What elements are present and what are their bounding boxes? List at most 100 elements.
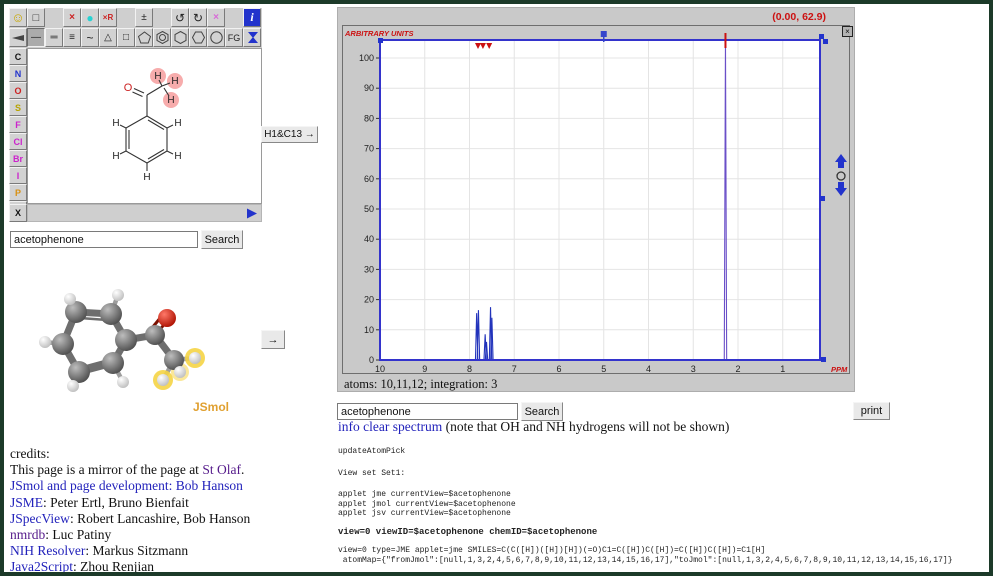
svg-text:8: 8 bbox=[467, 364, 472, 373]
selection-rect-icon[interactable]: □ bbox=[27, 8, 45, 27]
jsmol-logo[interactable]: JSmol bbox=[193, 400, 229, 414]
info-link[interactable]: info bbox=[338, 419, 360, 434]
jsme-canvas[interactable]: O H H H H H H H H bbox=[27, 48, 262, 204]
console-line: applet jsv currentView=$acetophenone bbox=[338, 509, 988, 519]
svg-text:10: 10 bbox=[364, 325, 374, 335]
nmrdb-link[interactable]: nmrdb bbox=[10, 527, 45, 542]
element-button-f[interactable]: F bbox=[9, 116, 27, 133]
jspecview-link[interactable]: JSpecView bbox=[10, 511, 70, 526]
integration-status: atoms: 10,11,12; integration: 3 bbox=[344, 377, 497, 392]
hexagon-ring-icon[interactable] bbox=[189, 28, 207, 47]
submit-triangles-icon[interactable] bbox=[243, 28, 261, 47]
jsme-smiles-bar[interactable] bbox=[27, 204, 262, 222]
svg-text:80: 80 bbox=[364, 113, 374, 123]
hexagon-ring-icon[interactable] bbox=[171, 28, 189, 47]
svg-text:40: 40 bbox=[364, 234, 374, 244]
triangle-ring-icon[interactable]: △ bbox=[99, 28, 117, 47]
jsme-editor: ☺ □ × ● ×R ± ↺ ↻ × i — ═ ≡ ~ △ □ bbox=[9, 8, 262, 222]
credits-heading: credits: bbox=[10, 446, 330, 462]
search-input-right[interactable] bbox=[337, 403, 518, 420]
console-view-line: view=0 viewID=$acetophenone chemID=$acet… bbox=[338, 528, 988, 538]
toolbar-spacer bbox=[117, 8, 135, 27]
zoom-down-icon[interactable] bbox=[835, 182, 847, 196]
svg-text:3: 3 bbox=[691, 364, 696, 373]
resize-handle[interactable] bbox=[378, 38, 383, 43]
st-olaf-link[interactable]: St Olaf bbox=[202, 462, 241, 477]
redo-icon[interactable]: ↻ bbox=[189, 8, 207, 27]
oxygen-label: O bbox=[124, 82, 133, 94]
svg-text:70: 70 bbox=[364, 144, 374, 154]
toolbar-spacer bbox=[153, 8, 171, 27]
element-button-br[interactable]: Br bbox=[9, 150, 27, 167]
credit-line: Java2Script: Zhou Renjian bbox=[10, 559, 330, 575]
benzene-ring-icon[interactable] bbox=[153, 28, 171, 47]
resize-handle[interactable] bbox=[819, 34, 824, 39]
resize-handle[interactable] bbox=[821, 357, 826, 362]
element-button-s[interactable]: S bbox=[9, 99, 27, 116]
pentagon-ring-icon[interactable] bbox=[135, 28, 153, 47]
element-button-c[interactable]: C bbox=[9, 48, 27, 65]
h-label: H bbox=[174, 118, 181, 129]
charge-icon[interactable]: ± bbox=[135, 8, 153, 27]
jsmol-viewer[interactable] bbox=[25, 262, 245, 407]
svg-text:7: 7 bbox=[512, 364, 517, 373]
svg-text:2: 2 bbox=[735, 364, 740, 373]
nmr-spectrum-plot[interactable]: 010203040506070809010010987654321ARBITRA… bbox=[343, 26, 849, 373]
element-button-o[interactable]: O bbox=[9, 82, 27, 99]
resize-handle[interactable] bbox=[820, 196, 825, 201]
toolbar-spacer bbox=[225, 8, 243, 27]
highlight-dot-icon[interactable]: ● bbox=[81, 8, 99, 27]
print-button[interactable]: print bbox=[853, 402, 890, 420]
app-window: ☺ □ × ● ×R ± ↺ ↻ × i — ═ ≡ ~ △ □ bbox=[0, 0, 993, 576]
delete-group-icon[interactable]: ×R bbox=[99, 8, 117, 27]
hexagon-ring-icon[interactable] bbox=[207, 28, 225, 47]
svg-text:5: 5 bbox=[601, 364, 606, 373]
element-button-i[interactable]: I bbox=[9, 167, 27, 184]
svg-text:0: 0 bbox=[369, 355, 374, 365]
single-bond-icon[interactable]: — bbox=[27, 28, 45, 47]
clear-spectrum-link[interactable]: clear spectrum bbox=[363, 419, 442, 434]
h1c13-button[interactable]: H1&C13 → bbox=[261, 126, 318, 143]
bob-hanson-link[interactable]: JSmol and page development: Bob Hanson bbox=[10, 478, 243, 493]
play-icon[interactable] bbox=[246, 208, 258, 219]
resize-handle[interactable] bbox=[823, 39, 828, 44]
info-icon[interactable]: i bbox=[243, 8, 261, 27]
square-ring-icon[interactable]: □ bbox=[117, 28, 135, 47]
delete-icon[interactable]: × bbox=[63, 8, 81, 27]
zoom-up-icon[interactable] bbox=[835, 154, 847, 168]
spectrum-frame[interactable]: 010203040506070809010010987654321ARBITRA… bbox=[342, 25, 850, 374]
ylabel: ARBITRARY UNITS bbox=[344, 29, 413, 38]
slider-pin-icon[interactable] bbox=[601, 31, 607, 37]
svg-text:1: 1 bbox=[780, 364, 785, 373]
jsme-link[interactable]: JSME bbox=[10, 495, 43, 510]
svg-text:60: 60 bbox=[364, 174, 374, 184]
close-icon[interactable]: × bbox=[842, 26, 853, 37]
console-atommap-line: atomMap={"fromJmol":[null,1,3,2,4,5,6,7,… bbox=[338, 556, 988, 566]
undo-icon[interactable]: ↺ bbox=[171, 8, 189, 27]
jsme-x-button[interactable]: X bbox=[9, 204, 27, 222]
wedge-bond-icon[interactable] bbox=[9, 28, 27, 47]
credits-block: credits: This page is a mirror of the pa… bbox=[10, 446, 330, 576]
search-button-left[interactable]: Search bbox=[201, 230, 243, 249]
element-button-n[interactable]: N bbox=[9, 65, 27, 82]
transfer-arrow-button[interactable]: → bbox=[261, 330, 285, 349]
chain-icon[interactable]: ~ bbox=[81, 28, 99, 47]
java2script-link[interactable]: Java2Script bbox=[10, 559, 73, 574]
console-line: applet jmol currentView=$acetophenone bbox=[338, 500, 988, 510]
h-label: H bbox=[154, 71, 161, 82]
double-bond-icon[interactable]: ═ bbox=[45, 28, 63, 47]
functional-group-button[interactable]: FG bbox=[225, 28, 243, 47]
h-label: H bbox=[112, 118, 119, 129]
acetophenone-2d-structure: O H H H H H H H H bbox=[28, 49, 261, 203]
search-input-left[interactable] bbox=[10, 231, 198, 248]
smiley-icon[interactable]: ☺ bbox=[9, 8, 27, 27]
element-button-cl[interactable]: Cl bbox=[9, 133, 27, 150]
element-button-p[interactable]: P bbox=[9, 184, 27, 201]
triple-bond-icon[interactable]: ≡ bbox=[63, 28, 81, 47]
clear-marks-icon[interactable]: × bbox=[207, 8, 225, 27]
jsme-toolbar-top: ☺ □ × ● ×R ± ↺ ↻ × i bbox=[9, 8, 261, 28]
zoom-reset-icon[interactable] bbox=[837, 172, 845, 180]
svg-text:20: 20 bbox=[364, 295, 374, 305]
nih-resolver-link[interactable]: NIH Resolver bbox=[10, 543, 85, 558]
console-line: applet jme currentView=$acetophenone bbox=[338, 490, 988, 500]
